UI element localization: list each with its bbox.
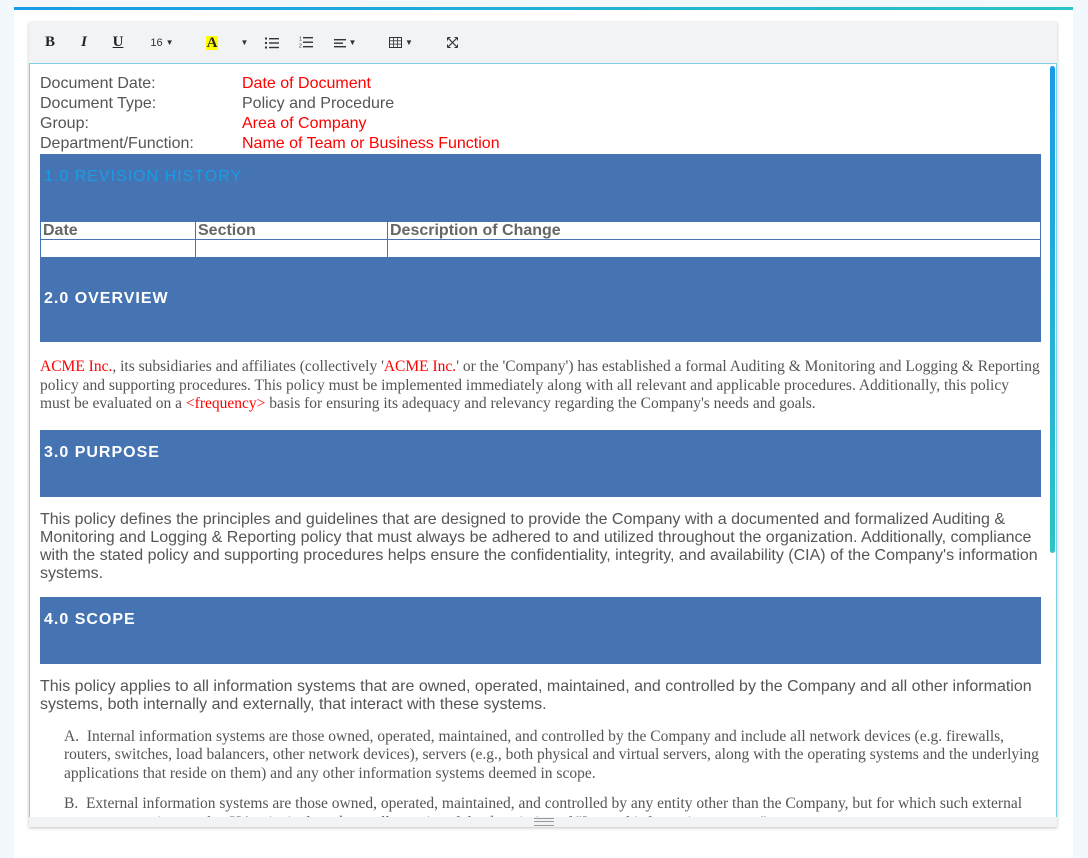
align-dropdown-button[interactable]: ▼: [331, 22, 359, 63]
company-name-placeholder: ACME Inc.: [40, 358, 113, 375]
frequency-placeholder: <frequency>: [185, 395, 266, 412]
rich-text-editor: B I U 16 ▼ A ▼ 1 2 ▼ ▼ Document Date: Da…: [29, 22, 1057, 827]
resize-grip-icon[interactable]: [534, 818, 554, 826]
fullscreen-button[interactable]: [443, 22, 461, 63]
meta-label: Department/Function:: [40, 135, 194, 152]
table-cell[interactable]: [195, 239, 388, 258]
list-item: B. External information systems are thos…: [40, 795, 1041, 817]
chevron-down-icon: ▼: [240, 38, 249, 47]
font-size-dropdown[interactable]: 16 ▼: [147, 22, 177, 63]
scope-paragraph: This policy applies to all information s…: [40, 677, 1032, 713]
overview-text: , its subsidiaries and affiliates (colle…: [112, 358, 384, 375]
document-body: Document Date: Date of Document Document…: [40, 64, 1041, 817]
font-size-value: 16: [150, 36, 163, 49]
section-title: 1.0 REVISION HISTORY: [44, 168, 243, 185]
list-item-text: Internal information systems are those o…: [64, 727, 1039, 782]
bulleted-list-icon: [265, 37, 279, 48]
editor-statusbar: [29, 817, 1057, 827]
table-dropdown-button[interactable]: ▼: [387, 22, 415, 63]
underline-icon: U: [112, 34, 124, 50]
svg-text:2: 2: [299, 44, 302, 50]
meta-label: Document Type:: [40, 95, 157, 112]
italic-button[interactable]: I: [75, 22, 93, 63]
chevron-down-icon: ▼: [405, 38, 413, 47]
numbered-list-icon: 1 2: [299, 37, 313, 50]
purpose-paragraph: This policy defines the principles and g…: [40, 510, 1038, 582]
column-header-description: Description of Change: [387, 221, 1041, 240]
fullscreen-icon: [446, 37, 458, 48]
numbered-list-button[interactable]: 1 2: [297, 22, 315, 63]
section-title: 3.0 PURPOSE: [44, 443, 160, 461]
meta-value: Area of Company: [242, 115, 367, 132]
italic-icon: I: [81, 34, 87, 50]
meta-value: Name of Team or Business Function: [242, 135, 500, 152]
company-name-placeholder: ACME Inc.: [383, 358, 457, 375]
meta-label: Group:: [40, 115, 89, 132]
column-header-section: Section: [195, 221, 388, 240]
chevron-down-icon: ▼: [165, 38, 174, 47]
column-header-date: Date: [40, 221, 196, 240]
bold-button[interactable]: B: [41, 22, 59, 63]
highlight-color-icon: A: [205, 34, 219, 51]
section-header-scope: 4.0 SCOPE: [40, 596, 1041, 664]
table-cell[interactable]: [387, 239, 1041, 258]
section-header-overview: 2.0 OVERVIEW: [40, 258, 1041, 342]
section-header-revision-history: 1.0 REVISION HISTORY: [40, 154, 1041, 221]
list-marker: A.: [64, 727, 80, 745]
page-card: B I U 16 ▼ A ▼ 1 2 ▼ ▼ Document Date: Da…: [14, 7, 1073, 858]
list-item: A. Internal information systems are thos…: [40, 728, 1041, 784]
document-metadata: Document Date: Date of Document Document…: [40, 74, 1041, 154]
meta-row-group: Group: Area of Company: [40, 114, 1041, 134]
meta-row-document-date: Document Date: Date of Document: [40, 74, 1041, 94]
meta-row-document-type: Document Type: Policy and Procedure: [40, 94, 1041, 114]
table-cell[interactable]: [40, 239, 196, 258]
list-marker: B.: [64, 795, 79, 812]
table-header-row: Date Section Description of Change: [40, 221, 1041, 240]
vertical-scrollbar[interactable]: [1050, 66, 1055, 553]
overview-text: basis for ensuring its adequacy and rele…: [265, 395, 816, 412]
meta-row-department: Department/Function: Name of Team or Bus…: [40, 134, 1041, 154]
meta-label: Document Date:: [40, 75, 156, 92]
table-icon: [389, 37, 403, 48]
chevron-down-icon: ▼: [348, 38, 357, 47]
bulleted-list-button[interactable]: [263, 22, 281, 63]
revision-history-table: Date Section Description of Change: [40, 221, 1041, 258]
list-item-text: External information systems are those o…: [64, 795, 1023, 817]
section-header-purpose: 3.0 PURPOSE: [40, 429, 1041, 497]
editor-toolbar: B I U 16 ▼ A ▼ 1 2 ▼ ▼: [29, 22, 1057, 63]
editor-content-area[interactable]: Document Date: Date of Document Document…: [29, 63, 1057, 818]
align-left-icon: [333, 38, 346, 47]
svg-text:1: 1: [299, 37, 302, 43]
color-dropdown-button[interactable]: ▼: [237, 22, 249, 63]
meta-value: Policy and Procedure: [242, 95, 395, 112]
section-title: 4.0 SCOPE: [44, 610, 136, 628]
section-title: 2.0 OVERVIEW: [44, 290, 169, 307]
overview-paragraph: ACME Inc., its subsidiaries and affiliat…: [40, 358, 1041, 414]
bold-icon: B: [44, 34, 55, 50]
highlight-color-button[interactable]: A: [203, 22, 221, 63]
table-row: [40, 239, 1041, 258]
underline-button[interactable]: U: [109, 22, 127, 63]
meta-value: Date of Document: [242, 75, 371, 92]
